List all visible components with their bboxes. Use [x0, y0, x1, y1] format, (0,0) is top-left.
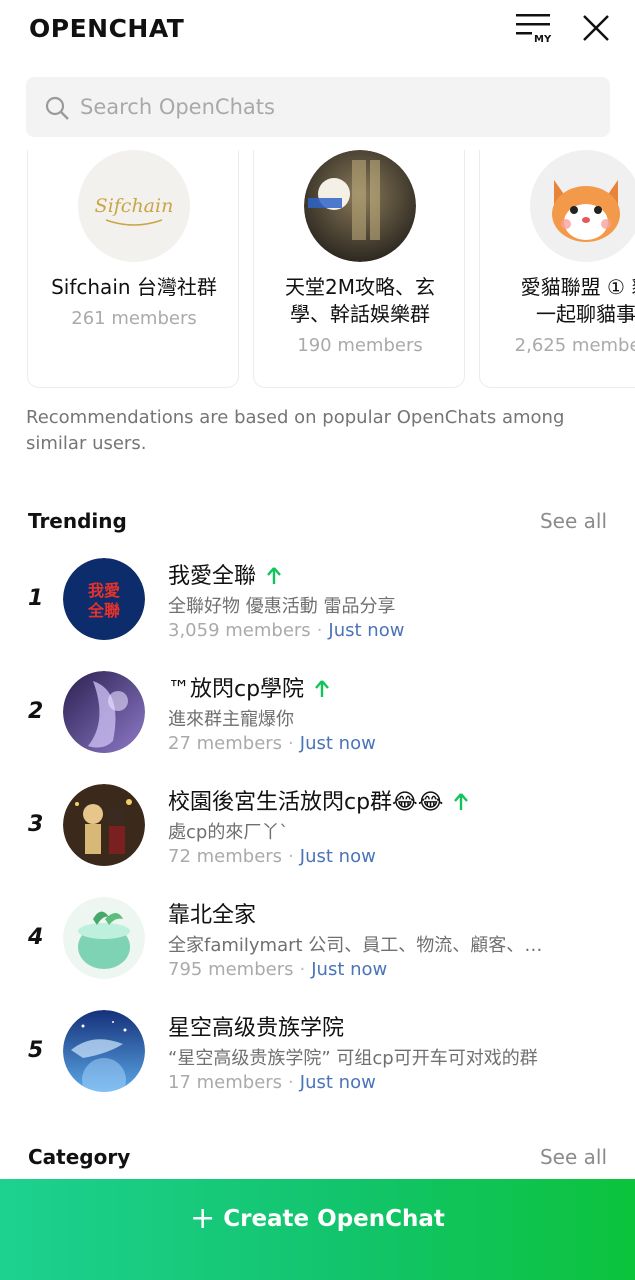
rank-number: 1	[28, 586, 44, 611]
trending-row[interactable]: 3 校園後宮生活放閃cp群😂😂 處cp的來厂丫` 72 members · Just…	[0, 784, 635, 884]
close-icon	[583, 15, 609, 41]
svg-text:我愛: 我愛	[88, 581, 120, 600]
trending-name: 校園後宮生活放閃cp群😂😂	[168, 784, 469, 816]
trending-description: 處cp的來厂丫`	[168, 822, 289, 843]
avatar	[304, 150, 416, 262]
recommendation-card[interactable]: 愛貓聯盟 ① 貓 一起聊貓事 2,625 members	[479, 150, 635, 388]
trending-description: “星空高级贵族学院” 可组cp可开车可对戏的群	[168, 1048, 538, 1069]
recommendation-carousel[interactable]: Sifchain Sifchain 台灣社群 261 members 天堂2M攻…	[0, 150, 635, 390]
create-openchat-bar: + Create OpenChat	[0, 1179, 635, 1280]
my-label: MY	[534, 34, 552, 44]
search-input[interactable]	[80, 77, 600, 137]
rank-number: 5	[28, 1038, 44, 1063]
recommendation-name: 愛貓聯盟 ① 貓 一起聊貓事	[520, 275, 635, 326]
close-button[interactable]	[580, 12, 612, 44]
trending-description: 全聯好物 優惠活動 雷品分享	[168, 596, 396, 617]
search-bar[interactable]	[26, 77, 610, 137]
avatar	[530, 150, 635, 262]
svg-text:全聯: 全聯	[87, 601, 120, 620]
create-openchat-label: Create OpenChat	[223, 1206, 445, 1232]
avatar	[63, 671, 145, 753]
trending-meta: 17 members · Just now	[168, 1072, 376, 1093]
trending-description: 全家familymart 公司、員工、物流、顧客、加盟主	[168, 935, 548, 956]
member-count: 72 members	[168, 846, 283, 867]
search-icon	[45, 96, 69, 120]
recommendation-name: 天堂2M攻略、玄 學、幹話娛樂群	[285, 275, 435, 326]
trending-row[interactable]: 5 星空高级贵族学院 “星空高级贵族学院” 可组cp可开车可对戏的群 17 me…	[0, 1010, 635, 1110]
create-openchat-button[interactable]: + Create OpenChat	[0, 1179, 635, 1259]
my-menu-button[interactable]: MY	[514, 12, 554, 45]
trend-up-icon	[267, 567, 281, 584]
trending-row[interactable]: 2 ™放閃cp學院 進來群主寵爆你 27 members · Just now	[0, 671, 635, 771]
recommendation-members: 261 members	[71, 308, 197, 329]
member-count: 795 members	[168, 959, 294, 980]
rank-number: 3	[28, 812, 44, 837]
rank-number: 2	[28, 699, 44, 724]
trend-up-icon	[454, 793, 469, 810]
avatar	[63, 897, 145, 979]
openchat-logo: OPENCHAT	[29, 14, 185, 43]
rank-number: 4	[28, 925, 44, 950]
avatar: 我愛 全聯	[63, 558, 145, 640]
trending-meta: 795 members · Just now	[168, 959, 388, 980]
trending-row[interactable]: 1 我愛 全聯 我愛全聯 全聯好物 優惠活動 雷品分享 3,059 member…	[0, 558, 635, 658]
trending-meta: 72 members · Just now	[168, 846, 376, 867]
avatar: Sifchain	[78, 150, 190, 262]
category-see-all-link[interactable]: See all	[540, 1145, 607, 1169]
recommendation-card[interactable]: 天堂2M攻略、玄 學、幹話娛樂群 190 members	[253, 150, 465, 388]
menu-my-icon: MY	[516, 14, 552, 45]
header: OPENCHAT MY	[0, 0, 635, 70]
last-active-time: Just now	[299, 1072, 376, 1093]
recommendation-card[interactable]: Sifchain Sifchain 台灣社群 261 members	[27, 150, 239, 388]
last-active-time: Just now	[328, 620, 405, 641]
plus-icon: +	[190, 1201, 216, 1236]
last-active-time: Just now	[299, 733, 376, 754]
trending-description: 進來群主寵爆你	[168, 709, 294, 730]
sifchain-logo-text: Sifchain	[95, 195, 174, 217]
recommendation-members: 2,625 members	[514, 335, 635, 356]
trending-meta: 3,059 members · Just now	[168, 620, 405, 641]
trending-meta: 27 members · Just now	[168, 733, 376, 754]
trending-see-all-link[interactable]: See all	[540, 509, 607, 533]
last-active-time: Just now	[311, 959, 388, 980]
recommendation-note: Recommendations are based on popular Ope…	[26, 407, 565, 454]
member-count: 27 members	[168, 733, 283, 754]
trending-name: 星空高级贵族学院	[168, 1016, 345, 1041]
avatar	[63, 1010, 145, 1092]
last-active-time: Just now	[299, 846, 376, 867]
trending-title: Trending	[28, 509, 127, 533]
trending-name: 我愛全聯	[168, 558, 282, 590]
trending-name: ™放閃cp學院	[168, 671, 330, 703]
member-count: 17 members	[168, 1072, 283, 1093]
member-count: 3,059 members	[168, 620, 311, 641]
avatar	[63, 784, 145, 866]
trending-name: 靠北全家	[168, 903, 257, 928]
category-title: Category	[28, 1145, 131, 1169]
trending-row[interactable]: 4 靠北全家 全家familymart 公司、員工、物流、顧客、加盟主 795 …	[0, 897, 635, 997]
recommendation-name: Sifchain 台灣社群	[51, 275, 217, 299]
recommendation-members: 190 members	[297, 335, 423, 356]
trend-up-icon	[315, 680, 329, 697]
